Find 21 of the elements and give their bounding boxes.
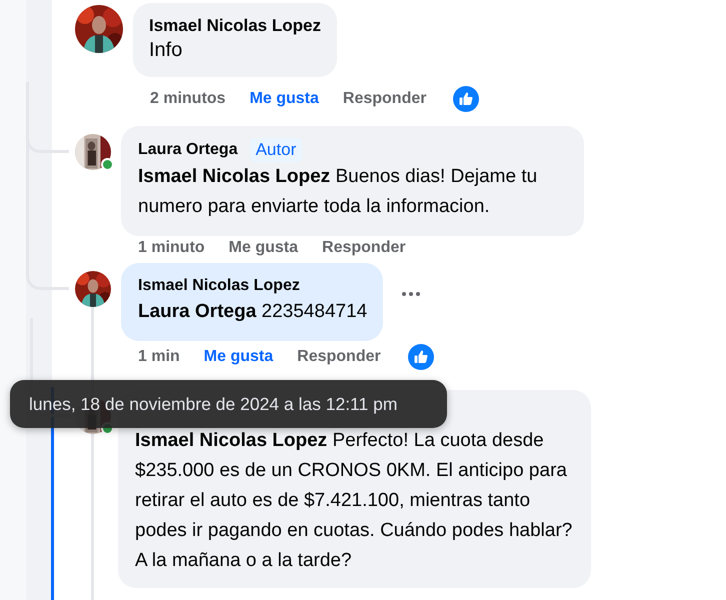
author-name[interactable]: Ismael Nicolas Lopez — [138, 275, 300, 297]
like-reaction-icon[interactable] — [453, 86, 480, 112]
reply-link[interactable]: Responder — [342, 90, 426, 108]
reply-link[interactable]: Responder — [322, 239, 406, 257]
reply-link[interactable]: Responder — [297, 348, 381, 366]
comment-text: Ismael Nicolas Lopez Perfecto! La cuota desde $235.000 es de un CRONOS 0KM. El anticipo para retirar el auto es de $7.421.100, mientras tanto podes ir pagando en cuotas. Cuándo podes hablar? A la mañana o a la tarde? — [135, 429, 574, 573]
comment-time[interactable]: 1 min — [138, 348, 180, 366]
comment-text: Laura Ortega 2235484714 — [138, 300, 368, 324]
comment-time[interactable]: 1 minuto — [138, 239, 205, 257]
comment-text: Ismael Nicolas Lopez Buenos dias! Dejame tu numero para enviarte toda la informacion. — [138, 165, 538, 219]
like-link[interactable]: Me gusta — [250, 90, 319, 108]
like-reaction-icon[interactable] — [408, 344, 434, 370]
author-name[interactable]: Ismael Nicolas Lopez — [149, 15, 321, 37]
timestamp-tooltip: lunes, 18 de noviembre de 2024 a las 12:11 pm — [10, 380, 447, 428]
author-badge: Autor — [250, 138, 302, 162]
author-name[interactable]: Laura Ortega — [138, 139, 238, 161]
comment-time[interactable]: 2 minutos — [150, 90, 226, 108]
comment-text: Info — [149, 38, 184, 63]
like-link[interactable]: Me gusta — [228, 239, 298, 257]
like-link[interactable]: Me gusta — [204, 348, 274, 366]
more-icon[interactable] — [401, 291, 422, 297]
